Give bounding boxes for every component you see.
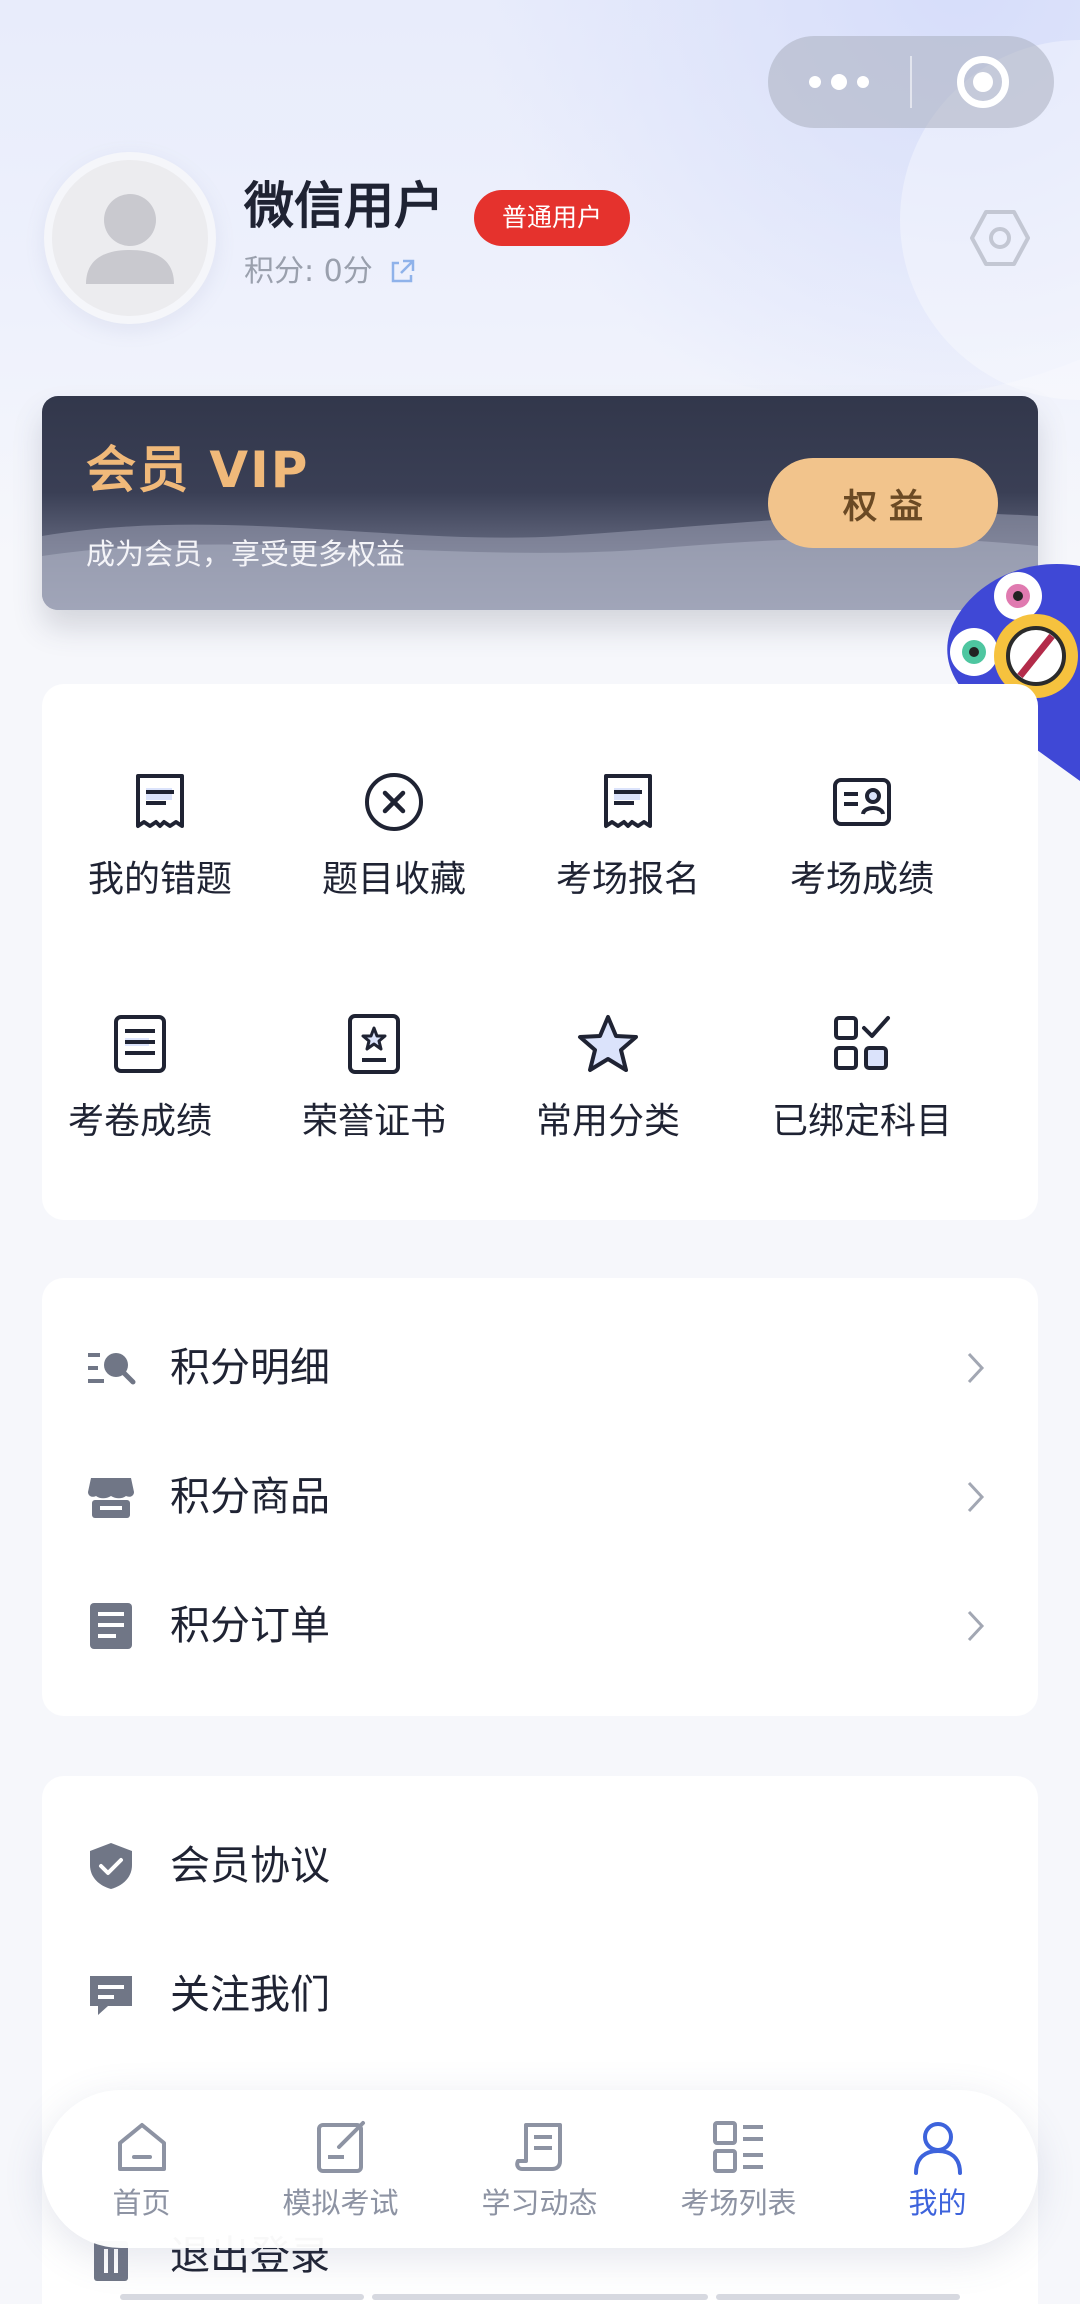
chevron-right-icon (967, 1610, 985, 1642)
document-lines-icon (114, 1015, 166, 1073)
grid-item-favorites[interactable]: 题目收藏 (284, 770, 504, 930)
receipt-icon (604, 774, 652, 828)
tab-exam-list[interactable]: 考场列表 (639, 2090, 838, 2248)
certificate-icon (348, 1014, 400, 1074)
tab-label: 模拟考试 (282, 2186, 399, 2220)
grid-item-label: 考场成绩 (789, 859, 934, 900)
shield-check-icon (90, 1843, 132, 1889)
scroll-icon (514, 2123, 562, 2171)
grid-item-label: 考场报名 (555, 859, 700, 900)
tab-label: 我的 (908, 2186, 967, 2220)
list-grid-icon (712, 2121, 763, 2173)
grid-item-exam-scores[interactable]: 考场成绩 (752, 770, 972, 930)
points-menu: 积分明细 积分商品 积分订单 (42, 1278, 1038, 1716)
tab-label: 考场列表 (680, 2186, 797, 2220)
menu-label: 会员协议 (170, 1843, 330, 1889)
menu-follow-us[interactable]: 关注我们 (42, 1945, 1038, 2045)
external-link-icon[interactable] (387, 257, 417, 287)
grid-item-label: 我的错题 (87, 859, 232, 900)
grid-item-certificates[interactable]: 荣誉证书 (264, 1012, 484, 1172)
vip-title: 会员 VIP (86, 441, 310, 499)
menu-points-goods[interactable]: 积分商品 (42, 1447, 1038, 1547)
tab-mock-exam[interactable]: 模拟考试 (241, 2090, 440, 2248)
vip-card[interactable]: 会员 VIP 成为会员，享受更多权益 权益 (42, 396, 1038, 610)
menu-label: 积分商品 (170, 1474, 330, 1520)
grid-item-exam-signup[interactable]: 考场报名 (518, 770, 738, 930)
vip-benefits-button[interactable]: 权益 (768, 458, 998, 548)
chevron-right-icon (967, 1352, 985, 1384)
menu-points-detail[interactable]: 积分明细 (42, 1318, 1038, 1418)
grid-item-common-categories[interactable]: 常用分类 (498, 1012, 718, 1172)
hexagon-settings-icon[interactable] (968, 206, 1032, 270)
avatar[interactable] (44, 152, 216, 324)
bottom-indicator (120, 2294, 960, 2300)
user-level-badge: 普通用户 (474, 190, 631, 246)
user-icon (913, 2122, 962, 2175)
grid-item-bound-subjects[interactable]: 已绑定科目 (752, 1012, 972, 1172)
grid-item-label: 荣誉证书 (301, 1101, 446, 1142)
grid-item-my-mistakes[interactable]: 我的错题 (50, 770, 270, 930)
store-icon (88, 1478, 134, 1518)
more-dots-icon[interactable] (768, 36, 910, 128)
tab-label: 首页 (112, 2186, 171, 2220)
bottom-tab-bar: 首页 模拟考试 学习动态 考场列表 我的 (42, 2090, 1038, 2248)
chevron-right-icon (967, 1481, 985, 1513)
grid-item-label: 考卷成绩 (67, 1101, 212, 1142)
grid-item-paper-scores[interactable]: 考卷成绩 (30, 1012, 250, 1172)
close-circle-icon (365, 773, 423, 831)
tab-label: 学习动态 (481, 2186, 598, 2220)
menu-points-orders[interactable]: 积分订单 (42, 1576, 1038, 1676)
receipt-icon (136, 774, 184, 828)
tab-home[interactable]: 首页 (42, 2090, 241, 2248)
tab-mine[interactable]: 我的 (838, 2090, 1037, 2248)
points-text: 积分: 0分 (244, 254, 373, 289)
grid-item-label: 题目收藏 (321, 859, 466, 900)
target-circle-icon[interactable] (912, 36, 1054, 128)
order-list-icon (90, 1603, 132, 1649)
id-card-icon (833, 778, 891, 826)
points-line: 积分: 0分 (244, 252, 417, 292)
miniprogram-capsule (768, 36, 1054, 128)
edit-icon (316, 2121, 365, 2173)
menu-label: 关注我们 (170, 1972, 330, 2018)
menu-member-agreement[interactable]: 会员协议 (42, 1816, 1038, 1916)
list-search-icon (88, 1353, 136, 1385)
grid-check-icon (834, 1016, 890, 1070)
tab-study-updates[interactable]: 学习动态 (440, 2090, 639, 2248)
message-icon (90, 1976, 132, 2015)
function-grid: 我的错题 题目收藏 考场报名 考场成绩 考卷成绩 荣誉证书 常用分类 已绑定科目 (42, 684, 1038, 1220)
menu-label: 积分订单 (170, 1603, 330, 1649)
home-icon (117, 2123, 166, 2171)
user-name: 微信用户 (244, 177, 444, 235)
star-icon (578, 1015, 638, 1072)
menu-label: 积分明细 (170, 1345, 330, 1391)
vip-subtitle: 成为会员，享受更多权益 (86, 537, 406, 571)
grid-item-label: 常用分类 (535, 1101, 680, 1142)
grid-item-label: 已绑定科目 (771, 1101, 952, 1142)
